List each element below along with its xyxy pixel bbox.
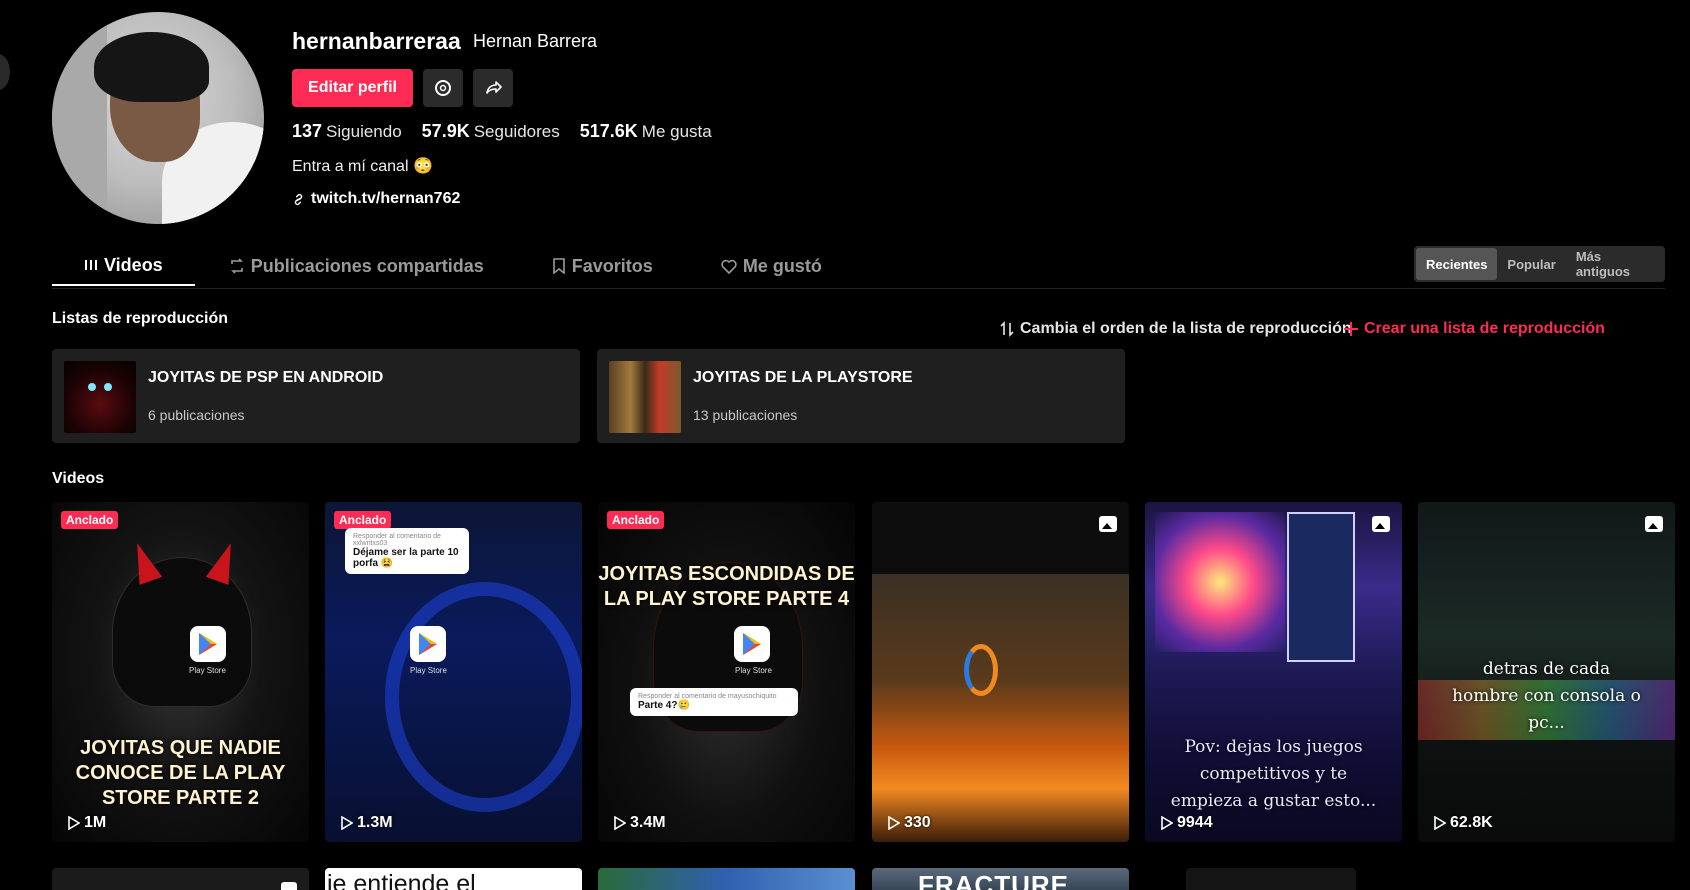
plus-icon (1344, 322, 1358, 336)
play-icon (888, 816, 900, 830)
pinned-badge: Anclado (607, 511, 665, 529)
video-card[interactable]: Anclado Responder al comentario de xxlwr… (325, 502, 582, 842)
create-playlist-button[interactable]: Crear una lista de reproducción (1344, 320, 1605, 338)
repost-icon (230, 258, 243, 274)
share-button[interactable] (473, 69, 513, 107)
video-card[interactable]: detras de cada hombre con consola o pc..… (1418, 502, 1675, 842)
reorder-playlists-button[interactable]: Cambia el orden de la lista de reproducc… (1000, 320, 1352, 338)
play-icon (1161, 816, 1173, 830)
sort-popular[interactable]: Popular (1497, 248, 1565, 280)
video-views: 1.3M (341, 814, 393, 832)
tab-favorites[interactable]: Favoritos (518, 246, 687, 286)
video-card[interactable] (1186, 868, 1356, 890)
comment-bubble: Responder al comentario de xxlwritxs03 D… (345, 528, 469, 574)
display-name: Hernan Barrera (473, 31, 598, 51)
avatar[interactable] (52, 12, 264, 224)
photo-icon (281, 882, 297, 890)
video-caption: ie entiende el (327, 870, 476, 890)
video-caption: FRACTURE (918, 870, 1069, 890)
comment-bubble: Responder al comentario de mayusochiquit… (630, 688, 798, 716)
video-caption: Pov: dejas los juegos competitivos y te … (1170, 737, 1377, 811)
play-icon (341, 816, 353, 830)
video-caption: detras de cada hombre con consola o pc..… (1452, 659, 1641, 733)
videos-title: Videos (52, 470, 105, 487)
gear-icon (435, 80, 451, 96)
video-card[interactable]: Pov: dejas los juegos competitivos y te … (1145, 502, 1402, 842)
playlist-thumbnail (64, 361, 136, 433)
followers-stat[interactable]: 57.9K Seguidores (422, 121, 560, 142)
bookmark-icon (552, 258, 565, 274)
settings-button[interactable] (423, 69, 463, 107)
video-views: 9944 (1161, 814, 1213, 832)
video-card[interactable]: 330 (872, 502, 1129, 842)
sort-oldest[interactable]: Más antiguos (1566, 248, 1663, 280)
playlist-name: JOYITAS DE PSP EN ANDROID (148, 369, 384, 386)
photo-icon (1645, 516, 1663, 532)
play-store-icon (410, 626, 446, 662)
profile-tabs: Videos Publicaciones compartidas Favorit… (52, 246, 856, 290)
playlist-count: 13 publicaciones (693, 407, 798, 423)
username: hernanbarreraa (292, 28, 461, 54)
play-icon (68, 816, 80, 830)
heart-icon (721, 259, 737, 274)
photo-icon (1372, 516, 1390, 532)
edit-profile-button[interactable]: Editar perfil (292, 69, 413, 107)
following-stat[interactable]: 137 Siguiendo (292, 121, 402, 142)
playlist-card[interactable]: JOYITAS DE LA PLAYSTORE 13 publicaciones (597, 349, 1125, 443)
video-views: 1M (68, 814, 106, 832)
play-store-icon (734, 626, 770, 662)
pinned-badge: Anclado (61, 511, 119, 529)
share-icon (486, 81, 502, 94)
video-views: 62.8K (1434, 814, 1493, 832)
video-card[interactable] (52, 868, 309, 890)
playlist-count: 6 publicaciones (148, 407, 245, 423)
tab-shared-posts[interactable]: Publicaciones compartidas (195, 246, 518, 286)
profile-stats: 137 Siguiendo 57.9K Seguidores 517.6K Me gu… (292, 121, 712, 142)
playlist-name: JOYITAS DE LA PLAYSTORE (693, 369, 913, 386)
grid-icon (85, 260, 97, 270)
play-icon (614, 816, 626, 830)
playlist-thumbnail (609, 361, 681, 433)
video-card[interactable] (598, 868, 855, 890)
sort-icon (1000, 321, 1014, 337)
video-card[interactable]: FRACTURE (872, 868, 1129, 890)
tabs-divider (52, 288, 1665, 289)
play-store-icon (190, 626, 226, 662)
pinned-badge: Anclado (334, 511, 392, 529)
video-card[interactable]: Anclado JOYITAS ESCONDIDAS DE LA PLAY ST… (598, 502, 855, 842)
video-caption: JOYITAS QUE NADIE CONOCE DE LA PLAY STOR… (75, 737, 286, 809)
video-caption: JOYITAS ESCONDIDAS DE LA PLAY STORE PART… (598, 563, 855, 610)
sort-recent[interactable]: Recientes (1416, 248, 1498, 280)
playlists-title: Listas de reproducción (52, 310, 229, 327)
video-views: 330 (888, 814, 931, 832)
bio: Entra a mí canal 😳 (292, 158, 433, 175)
tab-videos[interactable]: Videos (52, 246, 195, 286)
video-card[interactable]: Anclado Play Store JOYITAS QUE NADIE CON… (52, 502, 309, 842)
profile-link[interactable]: twitch.tv/hernan762 (292, 190, 460, 208)
play-icon (1434, 816, 1446, 830)
photo-icon (1099, 516, 1117, 532)
likes-stat: 517.6K Me gusta (579, 121, 712, 141)
side-nav-edge[interactable] (0, 54, 10, 90)
tab-liked[interactable]: Me gustó (687, 246, 856, 286)
video-views: 3.4M (614, 814, 666, 832)
sort-toggle: Recientes Popular Más antiguos (1414, 246, 1665, 282)
link-icon (294, 193, 303, 205)
playlist-card[interactable]: JOYITAS DE PSP EN ANDROID 6 publicacione… (52, 349, 580, 443)
video-card[interactable]: ie entiende el (325, 868, 582, 890)
profile-link-text[interactable]: twitch.tv/hernan762 (311, 190, 460, 208)
